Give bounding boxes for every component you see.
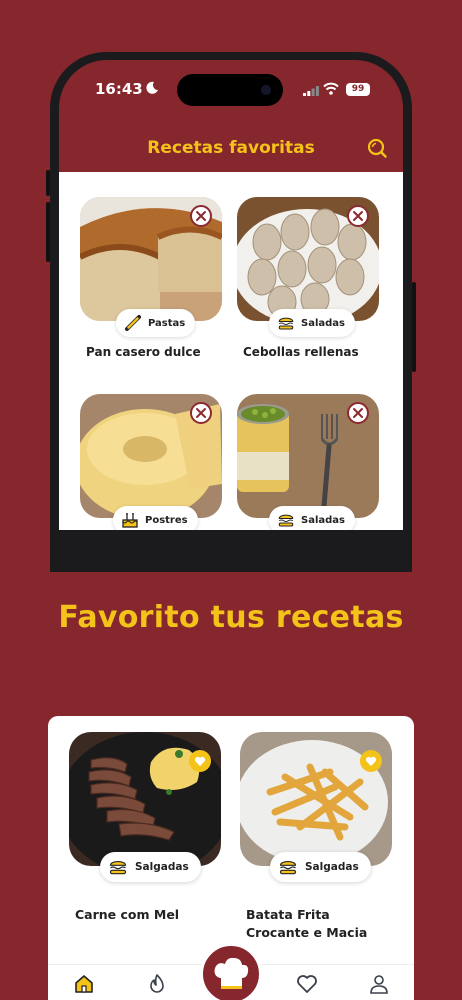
- cake-icon: [122, 513, 138, 528]
- recipe-image: [237, 394, 379, 518]
- close-icon: [196, 211, 206, 221]
- home-icon[interactable]: [73, 973, 95, 995]
- flame-icon[interactable]: [146, 973, 168, 995]
- burger-icon: [277, 314, 295, 332]
- recipe-card[interactable]: Saladas: [237, 394, 379, 530]
- recipes-panel: Salgadas Carne com Mel Salgadas Batata F…: [48, 716, 414, 1000]
- status-bar: 16:43 99: [59, 60, 403, 116]
- category-chip: Salgadas: [270, 852, 371, 882]
- rolling-pin-icon: [125, 315, 141, 331]
- category-label: Saladas: [301, 317, 345, 329]
- recipe-image: [237, 197, 379, 321]
- recipe-image: [69, 732, 221, 866]
- burger-icon: [108, 857, 128, 877]
- recipe-title: Pan casero dulce: [86, 345, 201, 359]
- moon-icon: [146, 81, 158, 94]
- promo-headline: Favorito tus recetas: [58, 600, 404, 635]
- tab-bar: [48, 943, 414, 1000]
- category-chip: Saladas: [269, 309, 355, 337]
- favorite-button[interactable]: [189, 750, 211, 772]
- favorites-grid: Pastas Pan casero dulce Saladas Cebollas…: [59, 172, 403, 530]
- category-label: Postres: [145, 514, 188, 526]
- recipe-card[interactable]: Saladas Cebollas rellenas: [237, 197, 379, 359]
- category-label: Pastas: [148, 317, 186, 329]
- favorite-button[interactable]: [360, 750, 382, 772]
- recipe-image: [80, 394, 222, 518]
- category-chip: Salgadas: [100, 852, 201, 882]
- heart-icon[interactable]: [296, 973, 318, 995]
- recipe-title: Carne com Mel: [75, 907, 180, 922]
- recipe-card[interactable]: Salgadas Batata Frita Crocante e Macia: [240, 732, 392, 940]
- camera-icon: [261, 85, 271, 95]
- battery-indicator: 99: [346, 83, 370, 96]
- category-label: Saladas: [301, 514, 345, 526]
- recipe-title: Cebollas rellenas: [243, 345, 359, 359]
- burger-icon: [278, 857, 298, 877]
- close-icon: [196, 408, 206, 418]
- phone-mockup: 16:43 99 Recetas favoritas Pastas Pan ca…: [46, 52, 416, 572]
- category-chip: Saladas: [269, 506, 355, 530]
- recipe-image: [240, 732, 392, 866]
- signal-icon: [303, 86, 319, 96]
- remove-favorite-button[interactable]: [190, 402, 212, 424]
- phone-screen: 16:43 99 Recetas favoritas Pastas Pan ca…: [59, 60, 403, 530]
- recipe-image: [80, 197, 222, 321]
- close-icon: [353, 408, 363, 418]
- recipe-card[interactable]: Salgadas Carne com Mel: [69, 732, 221, 922]
- chef-hat-icon: [214, 957, 249, 989]
- category-chip: Pastas: [116, 309, 196, 337]
- remove-favorite-button[interactable]: [190, 205, 212, 227]
- remove-favorite-button[interactable]: [347, 205, 369, 227]
- remove-favorite-button[interactable]: [347, 402, 369, 424]
- category-label: Salgadas: [135, 861, 189, 873]
- heart-icon: [194, 756, 206, 766]
- heart-icon: [365, 756, 377, 766]
- recipe-title: Batata Frita Crocante e Macia: [246, 907, 368, 940]
- mute-switch: [46, 170, 50, 196]
- category-chip: Postres: [113, 506, 198, 530]
- category-label: Salgadas: [305, 861, 359, 873]
- status-time: 16:43: [95, 80, 143, 98]
- close-icon: [353, 211, 363, 221]
- chef-hat-button[interactable]: [200, 943, 262, 1000]
- recipe-card[interactable]: Postres: [80, 394, 222, 530]
- page-title: Recetas favoritas: [147, 138, 315, 158]
- wifi-icon: [323, 82, 339, 95]
- dynamic-island: [177, 74, 283, 106]
- profile-icon[interactable]: [368, 973, 390, 995]
- search-icon[interactable]: [367, 138, 387, 158]
- burger-icon: [277, 511, 295, 529]
- recipe-card[interactable]: Pastas Pan casero dulce: [80, 197, 222, 359]
